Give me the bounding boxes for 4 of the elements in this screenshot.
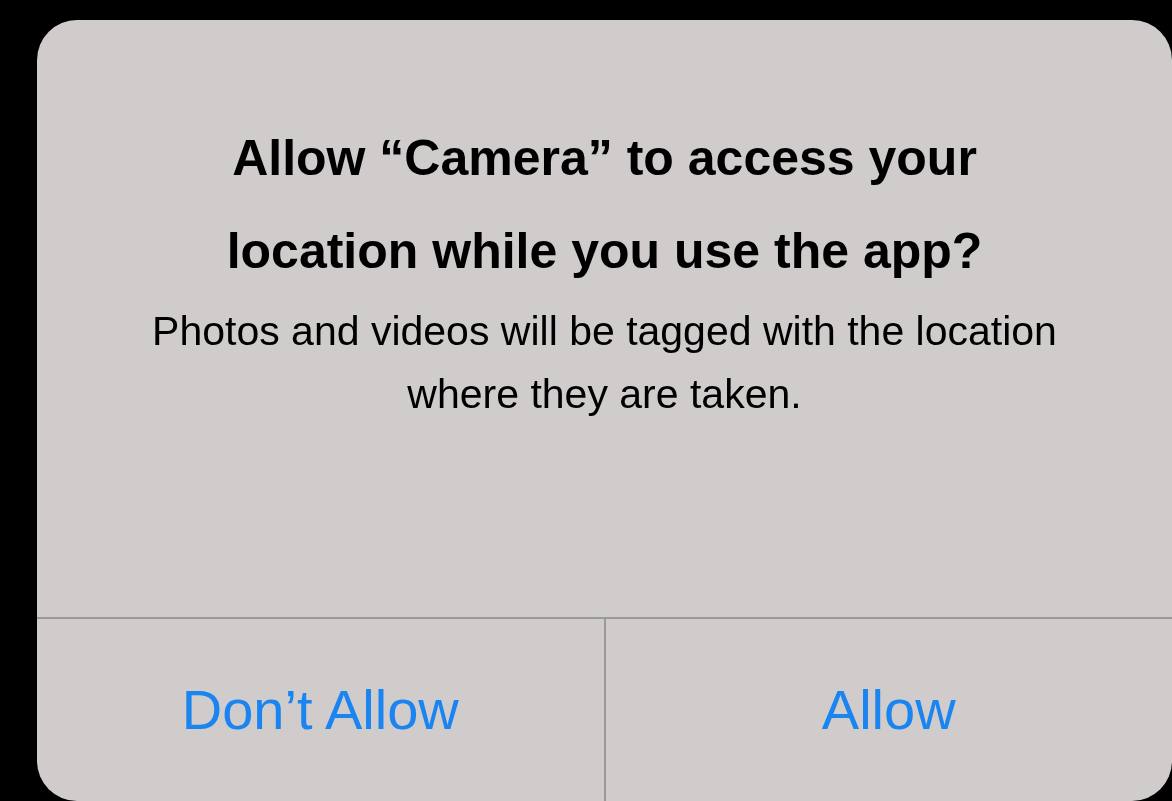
alert-message: Photos and videos will be tagged with the location where they are taken. [151, 307, 1058, 419]
alert-title: Allow “Camera” to access your location while you use the app? [225, 129, 984, 281]
alert-button[interactable]: Don’t Allow [37, 619, 604, 801]
alert-button[interactable]: Allow [603, 619, 1172, 801]
